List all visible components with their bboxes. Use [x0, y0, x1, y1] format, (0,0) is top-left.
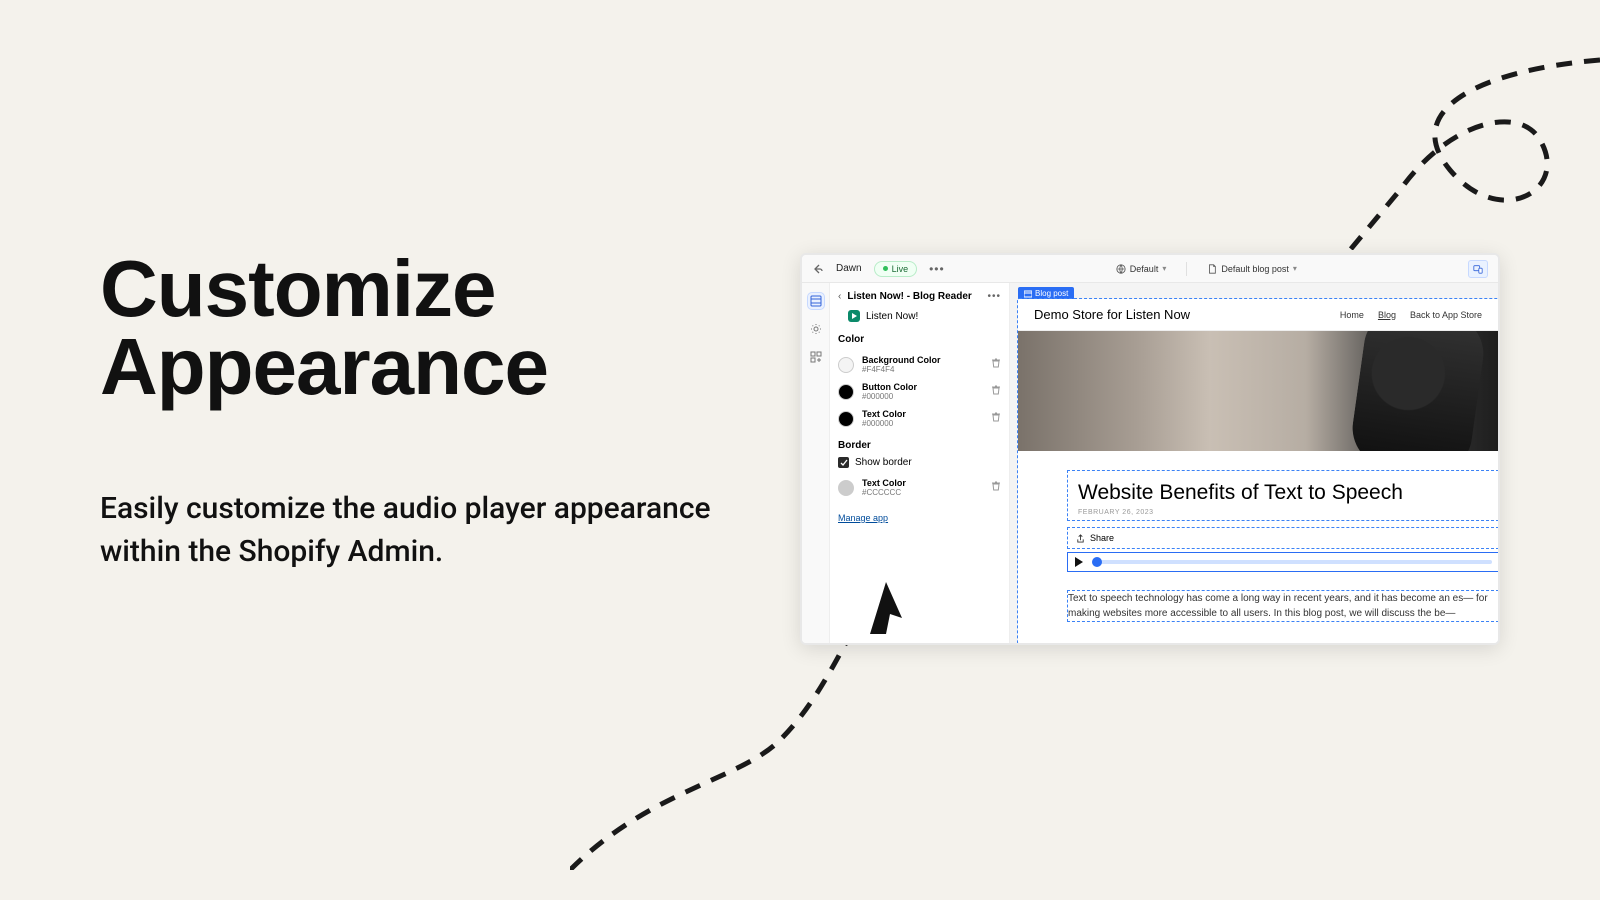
body-text: Easily customize the audio player appear…: [100, 487, 740, 574]
apps-icon[interactable]: [808, 349, 824, 365]
section-title: Listen Now! - Blog Reader: [847, 291, 971, 302]
topbar: Dawn Live ••• Default ▾ Default blog pos…: [802, 255, 1498, 283]
border-section-title: Border: [838, 440, 1001, 451]
viewport-selector[interactable]: Default ▾: [1108, 261, 1175, 277]
color-swatch: [838, 480, 854, 496]
theme-name: Dawn: [836, 263, 862, 274]
editor-screenshot: Dawn Live ••• Default ▾ Default blog pos…: [800, 253, 1500, 645]
article-body: Text to speech technology has come a lon…: [1068, 591, 1498, 621]
delete-icon[interactable]: [991, 481, 1001, 494]
article-date: FEBRUARY 26, 2023: [1078, 509, 1488, 516]
color-row[interactable]: Text Color#000000: [838, 405, 1001, 432]
undo-icon[interactable]: [812, 263, 824, 275]
audio-player[interactable]: [1068, 553, 1498, 571]
live-badge: Live: [874, 261, 918, 277]
article-title: Website Benefits of Text to Speech: [1078, 481, 1488, 505]
delete-icon[interactable]: [991, 385, 1001, 398]
back-icon[interactable]: ‹: [838, 291, 841, 302]
delete-icon[interactable]: [991, 412, 1001, 425]
show-border-label: Show border: [855, 457, 912, 468]
device-preview-icon[interactable]: [1468, 260, 1488, 278]
progress-bar[interactable]: [1092, 560, 1492, 564]
color-value: #000000: [862, 392, 917, 401]
article-title-box: Website Benefits of Text to Speech FEBRU…: [1068, 471, 1498, 520]
color-swatch: [838, 411, 854, 427]
preview-canvas: Blog post Demo Store for Listen Now Home…: [1010, 283, 1498, 643]
section-more-icon[interactable]: •••: [987, 291, 1001, 302]
color-row[interactable]: Background Color#F4F4F4: [838, 351, 1001, 378]
headline: Customize Appearance: [100, 250, 740, 407]
app-badge-icon: [848, 310, 860, 322]
site-header: Demo Store for Listen Now Home Blog Back…: [1018, 299, 1498, 331]
delete-icon[interactable]: [991, 358, 1001, 371]
decorative-curve-top: [1100, 50, 1600, 250]
share-row[interactable]: Share: [1068, 528, 1498, 548]
color-value: #CCCCCC: [862, 488, 906, 497]
sidebar-rail: [802, 283, 830, 643]
nav-home[interactable]: Home: [1340, 310, 1364, 320]
settings-panel: ‹ Listen Now! - Blog Reader ••• Listen N…: [830, 283, 1010, 643]
template-selector[interactable]: Default blog post ▾: [1199, 261, 1305, 277]
share-icon: [1076, 534, 1085, 543]
settings-icon[interactable]: [808, 321, 824, 337]
more-menu-icon[interactable]: •••: [929, 262, 945, 276]
color-row[interactable]: Button Color#000000: [838, 378, 1001, 405]
store-brand: Demo Store for Listen Now: [1034, 307, 1190, 322]
color-label: Button Color: [862, 382, 917, 392]
color-value: #000000: [862, 419, 906, 428]
checkbox-icon: [838, 457, 849, 468]
color-value: #F4F4F4: [862, 365, 941, 374]
color-label: Text Color: [862, 478, 906, 488]
color-swatch: [838, 357, 854, 373]
border-color-row[interactable]: Text Color #CCCCCC: [838, 474, 1001, 501]
play-icon: [1074, 557, 1084, 567]
show-border-toggle[interactable]: Show border: [838, 457, 1001, 468]
color-label: Text Color: [862, 409, 906, 419]
sections-icon[interactable]: [808, 293, 824, 309]
app-block[interactable]: Listen Now!: [848, 310, 1001, 322]
manage-app-link[interactable]: Manage app: [838, 513, 1001, 523]
nav-blog[interactable]: Blog: [1378, 310, 1396, 320]
color-label: Background Color: [862, 355, 941, 365]
color-swatch: [838, 384, 854, 400]
nav-back-to-app-store[interactable]: Back to App Store: [1410, 310, 1482, 320]
hero-image: [1018, 331, 1498, 451]
app-name: Listen Now!: [866, 311, 918, 322]
color-section-title: Color: [838, 334, 1001, 345]
